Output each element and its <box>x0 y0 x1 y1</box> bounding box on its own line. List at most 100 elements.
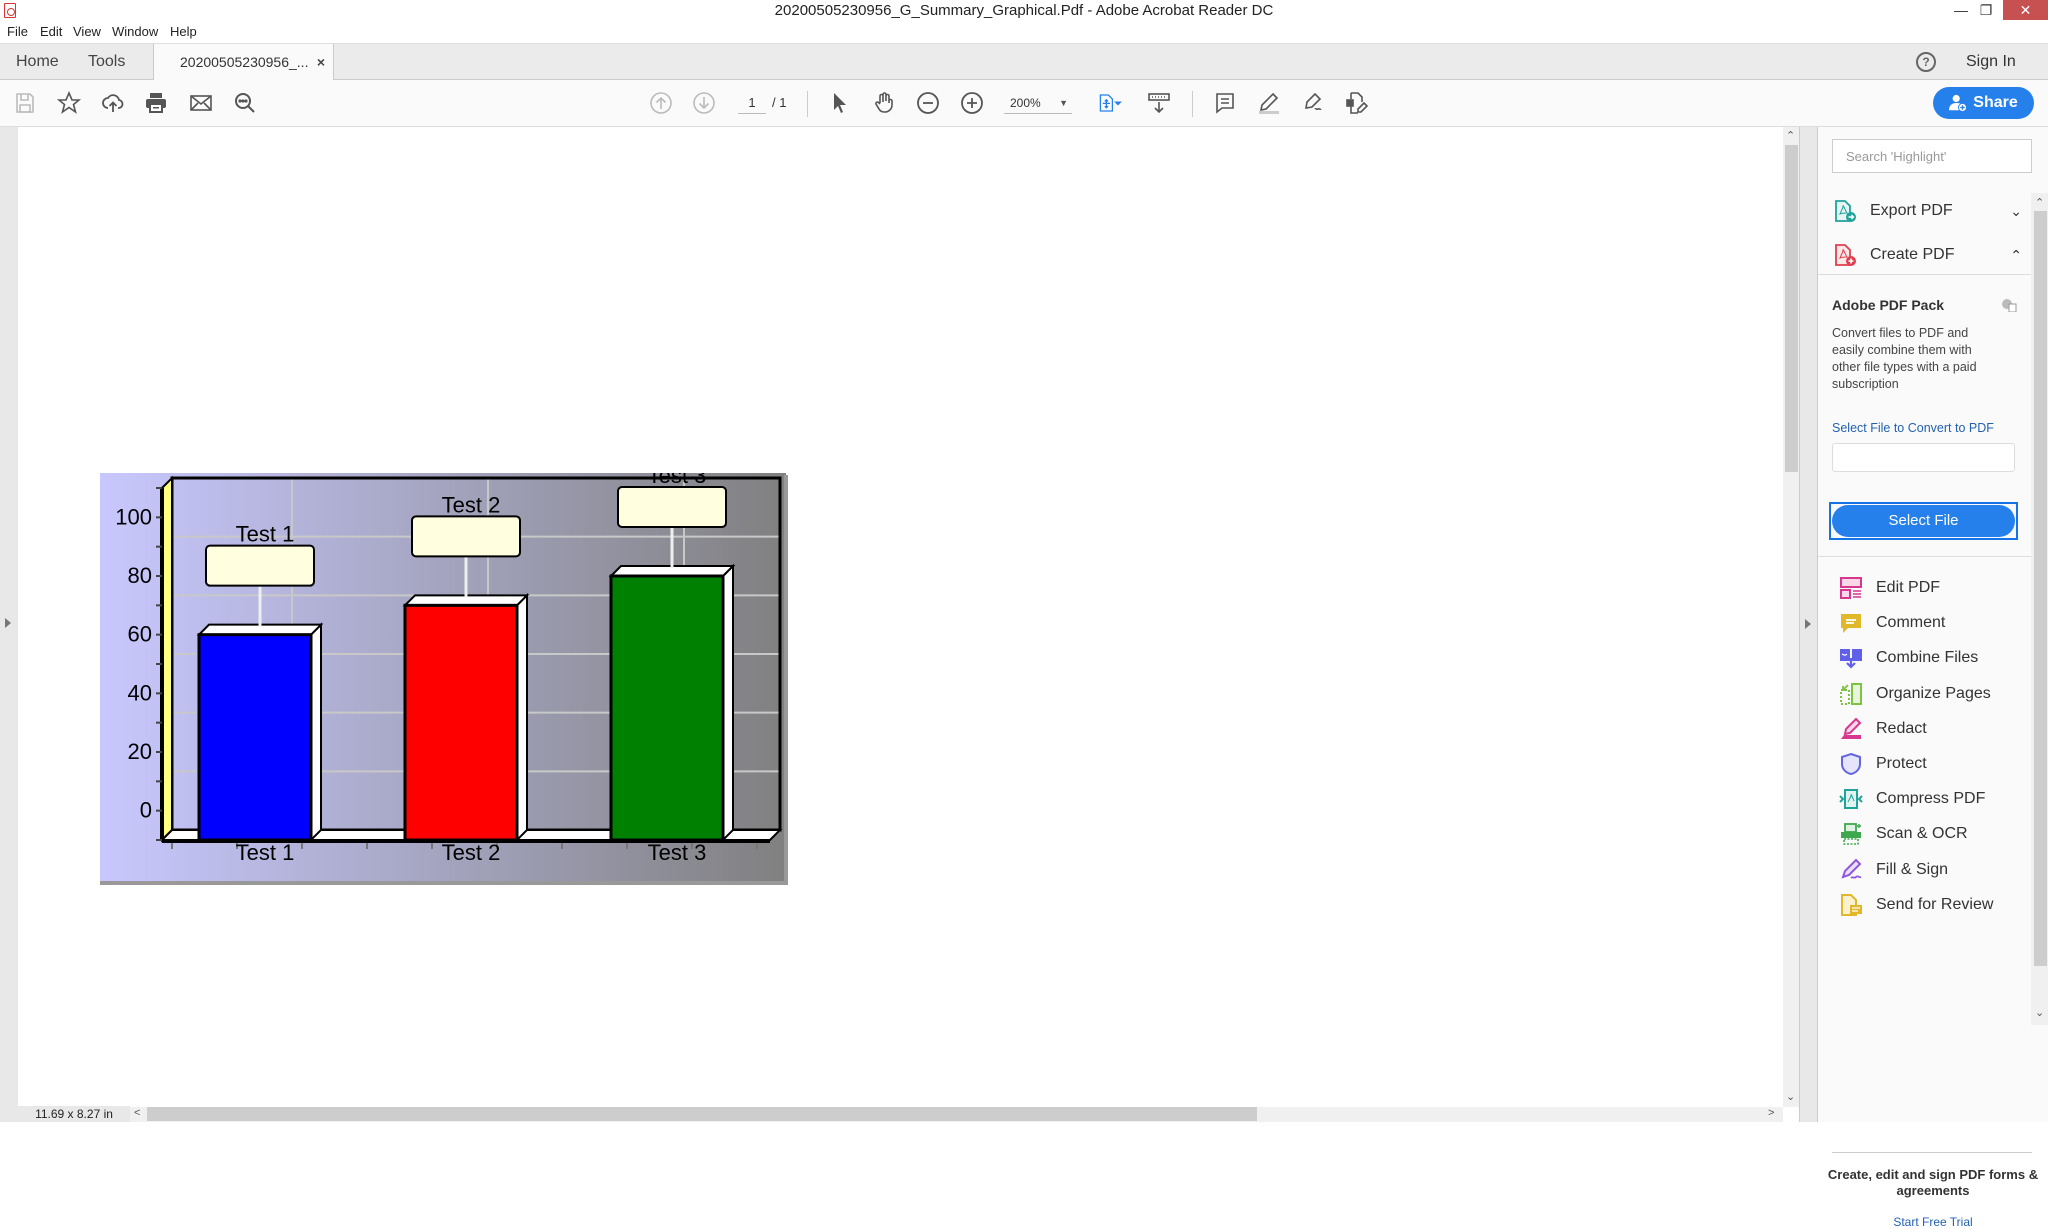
chevron-down-icon: ▼ <box>1059 98 1068 108</box>
zoom-out-icon[interactable] <box>915 90 941 116</box>
toolbar-separator <box>1192 91 1193 117</box>
y-tick-label: 60 <box>128 622 152 647</box>
data-label: Test 3 <box>648 473 707 488</box>
comment-icon <box>1838 610 1864 636</box>
tool-item-label: Redact <box>1876 720 1927 737</box>
tab-bar: Home Tools 20200505230956_... × ? Sign I… <box>0 43 2048 81</box>
more-tools-icon[interactable] <box>1344 90 1370 116</box>
zoom-level-dropdown[interactable]: 200% ▼ <box>1004 92 1072 114</box>
scroll-mode-icon[interactable] <box>1146 90 1172 116</box>
tool-item-redact[interactable]: Redact <box>1838 711 2028 747</box>
page-number-input[interactable] <box>738 92 766 114</box>
scroll-down-icon[interactable]: ⌄ <box>1786 1090 1795 1103</box>
menu-help[interactable]: Help <box>170 24 197 39</box>
tab-tools[interactable]: Tools <box>88 44 125 80</box>
scroll-right-icon[interactable]: > <box>1768 1107 1774 1119</box>
hand-tool-icon[interactable] <box>871 90 897 116</box>
data-label-box <box>205 544 315 587</box>
search-text-icon[interactable] <box>232 90 258 116</box>
export-pdf-item[interactable]: Export PDF ⌄ <box>1832 191 2030 231</box>
bookmark-star-icon[interactable] <box>56 90 82 116</box>
tab-document[interactable]: 20200505230956_... × <box>153 44 334 81</box>
tool-item-combine-files[interactable]: Combine Files <box>1838 640 2028 676</box>
export-pdf-icon <box>1832 198 1858 224</box>
email-icon[interactable] <box>188 90 214 116</box>
file-to-convert-field[interactable] <box>1832 443 2015 472</box>
next-page-icon[interactable] <box>691 90 717 116</box>
x-tick-label: Test 3 <box>648 840 707 865</box>
menu-window[interactable]: Window <box>112 24 158 39</box>
tool-item-label: Scan & OCR <box>1876 825 1968 842</box>
create-pdf-icon <box>1832 242 1858 268</box>
previous-page-icon[interactable] <box>648 90 674 116</box>
upload-cloud-icon[interactable] <box>100 90 126 116</box>
tools-search-input[interactable] <box>1832 139 2032 173</box>
share-button[interactable]: Share <box>1933 87 2034 119</box>
start-free-trial-link[interactable]: Start Free Trial <box>1818 1215 2048 1229</box>
scroll-up-icon[interactable]: ⌃ <box>1786 129 1795 142</box>
highlight-pen-icon[interactable] <box>1256 90 1282 116</box>
web-document-icon <box>2001 298 2017 313</box>
close-window-button[interactable]: ✕ <box>2003 0 2048 20</box>
combine-files-icon <box>1838 645 1864 671</box>
horizontal-scrollbar-thumb[interactable] <box>147 1107 1257 1121</box>
help-icon[interactable]: ? <box>1916 52 1936 72</box>
sign-pen-icon[interactable] <box>1300 90 1326 116</box>
sign-in-link[interactable]: Sign In <box>1966 44 2016 80</box>
tool-item-edit-pdf[interactable]: Edit PDF <box>1838 570 2028 606</box>
comment-icon[interactable] <box>1212 90 1238 116</box>
close-tab-icon[interactable]: × <box>317 44 325 80</box>
zoom-level-value: 200% <box>1010 96 1041 110</box>
scroll-up-icon[interactable]: ⌃ <box>2035 196 2044 209</box>
divider <box>1818 274 2031 275</box>
scroll-down-icon[interactable]: ⌄ <box>2035 1006 2044 1019</box>
divider <box>1818 556 2031 557</box>
tool-item-label: Organize Pages <box>1876 685 1991 702</box>
collapse-right-panel-icon[interactable] <box>1805 619 1811 629</box>
tool-item-fill-sign[interactable]: Fill & Sign <box>1838 852 2028 888</box>
promo-text: Create, edit and sign PDF forms & agreem… <box>1827 1167 2039 1198</box>
tools-pane: Export PDF ⌄ Create PDF ⌃ Adobe PDF Pack… <box>1818 127 2048 1229</box>
menu-bar: File Edit View Window Help <box>0 21 2048 43</box>
send-for-review-icon <box>1838 892 1864 918</box>
bar-3 <box>609 574 725 842</box>
chevron-down-icon: ⌄ <box>2010 202 2022 219</box>
tool-item-protect[interactable]: Protect <box>1838 746 2028 782</box>
page-size-indicator: 11.69 x 8.27 in <box>18 1106 130 1122</box>
tool-item-compress-pdf[interactable]: Compress PDF <box>1838 781 2028 817</box>
tools-pane-scrollbar-thumb[interactable] <box>2034 211 2047 966</box>
select-file-button[interactable]: Select File <box>1832 505 2015 537</box>
tool-item-comment[interactable]: Comment <box>1838 605 2028 641</box>
print-icon[interactable] <box>143 90 169 116</box>
tool-item-organize-pages[interactable]: Organize Pages <box>1838 676 2028 712</box>
add-user-icon <box>1949 94 1968 112</box>
create-pdf-item[interactable]: Create PDF ⌃ <box>1832 235 2030 275</box>
data-label: Test 1 <box>236 522 295 547</box>
vertical-scrollbar-thumb[interactable] <box>1785 145 1798 472</box>
scan-ocr-icon <box>1838 821 1864 847</box>
create-pdf-label: Create PDF <box>1870 246 1955 263</box>
menu-edit[interactable]: Edit <box>40 24 62 39</box>
restore-button[interactable]: ❐ <box>1966 0 2006 20</box>
fit-page-icon[interactable] <box>1093 90 1127 116</box>
select-cursor-icon[interactable] <box>827 90 853 116</box>
tab-home[interactable]: Home <box>16 44 59 80</box>
y-tick-label: 80 <box>128 563 152 588</box>
tool-item-scan-ocr[interactable]: Scan & OCR <box>1838 816 2028 852</box>
menu-file[interactable]: File <box>7 24 28 39</box>
zoom-in-icon[interactable] <box>959 90 985 116</box>
tool-item-send-for-review[interactable]: Send for Review <box>1838 887 2028 923</box>
select-file-to-convert-label[interactable]: Select File to Convert to PDF <box>1832 421 1994 435</box>
expand-left-panel-icon[interactable] <box>5 618 11 628</box>
menu-view[interactable]: View <box>73 24 101 39</box>
share-label: Share <box>1973 94 2018 111</box>
y-tick-label: 100 <box>115 504 152 529</box>
data-label-box <box>411 515 521 558</box>
chart-canvas: Test 1 Test 2 Test 3 0 20 40 60 80 100 Test 1 Tes… <box>96 463 788 885</box>
y-tick-label: 20 <box>128 739 152 764</box>
compress-pdf-icon <box>1838 786 1864 812</box>
save-icon[interactable] <box>12 90 38 116</box>
fill-sign-icon <box>1838 857 1864 883</box>
scroll-left-icon[interactable]: < <box>134 1107 140 1119</box>
left-panel-gutter <box>0 127 18 1122</box>
